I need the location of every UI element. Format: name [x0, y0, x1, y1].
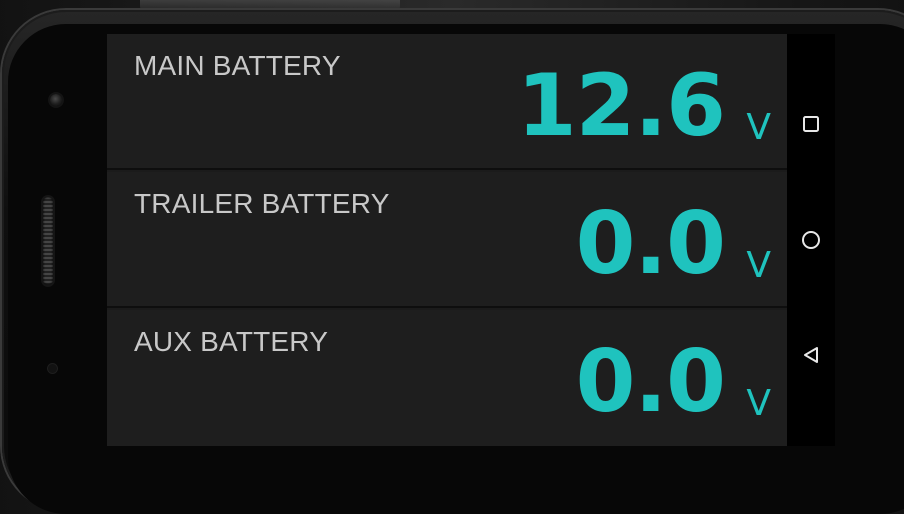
recents-button[interactable]	[801, 114, 821, 134]
gauge-main-battery[interactable]: MAIN BATTERY 12.6 V	[107, 34, 787, 170]
front-camera	[50, 94, 62, 106]
back-button[interactable]	[801, 345, 821, 365]
gauge-unit: V	[746, 245, 771, 286]
home-button[interactable]	[801, 230, 821, 250]
gauge-label: MAIN BATTERY	[134, 50, 341, 81]
gauge-trailer-battery[interactable]: TRAILER BATTERY 0.0 V	[107, 172, 787, 308]
home-circle-icon	[802, 231, 820, 249]
gauge-voltage-value: 0.0	[575, 332, 726, 432]
earpiece-speaker	[43, 197, 53, 285]
back-triangle-icon	[804, 347, 818, 363]
gauge-aux-battery[interactable]: AUX BATTERY 0.0 V	[107, 310, 787, 446]
gauge-voltage-value: 0.0	[575, 194, 726, 294]
app-screen: MAIN BATTERY 12.6 V TRAILER BATTERY 0.0 …	[107, 34, 787, 446]
gauge-label: TRAILER BATTERY	[134, 188, 390, 219]
gauge-voltage-value: 12.6	[516, 56, 726, 156]
recents-square-icon	[803, 116, 819, 132]
gauge-label: AUX BATTERY	[134, 326, 329, 357]
gauge-unit: V	[746, 107, 771, 148]
android-navigation-bar	[787, 34, 835, 446]
gauge-unit: V	[746, 383, 771, 424]
proximity-sensor	[48, 364, 57, 373]
